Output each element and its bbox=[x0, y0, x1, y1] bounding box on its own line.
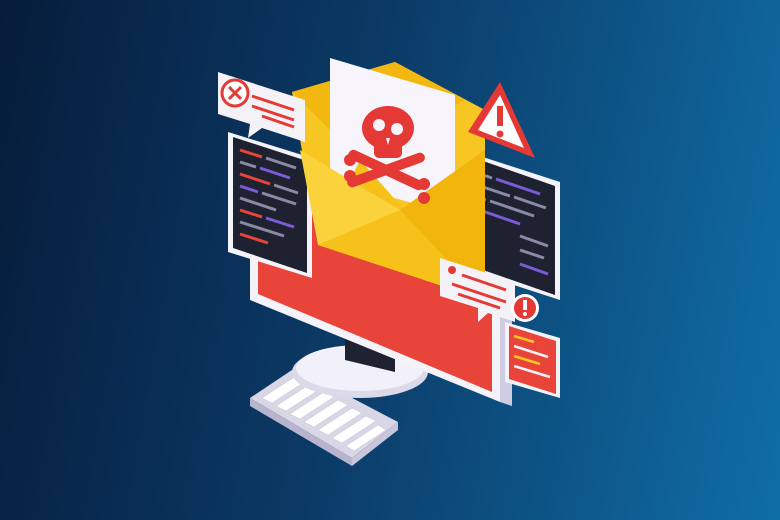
phishing-illustration bbox=[0, 0, 780, 520]
error-bubble bbox=[218, 72, 305, 142]
code-panel-left bbox=[228, 132, 312, 278]
illustration-canvas bbox=[218, 58, 560, 466]
alert-code-panel bbox=[505, 322, 560, 398]
exclamation-icon bbox=[511, 294, 539, 322]
